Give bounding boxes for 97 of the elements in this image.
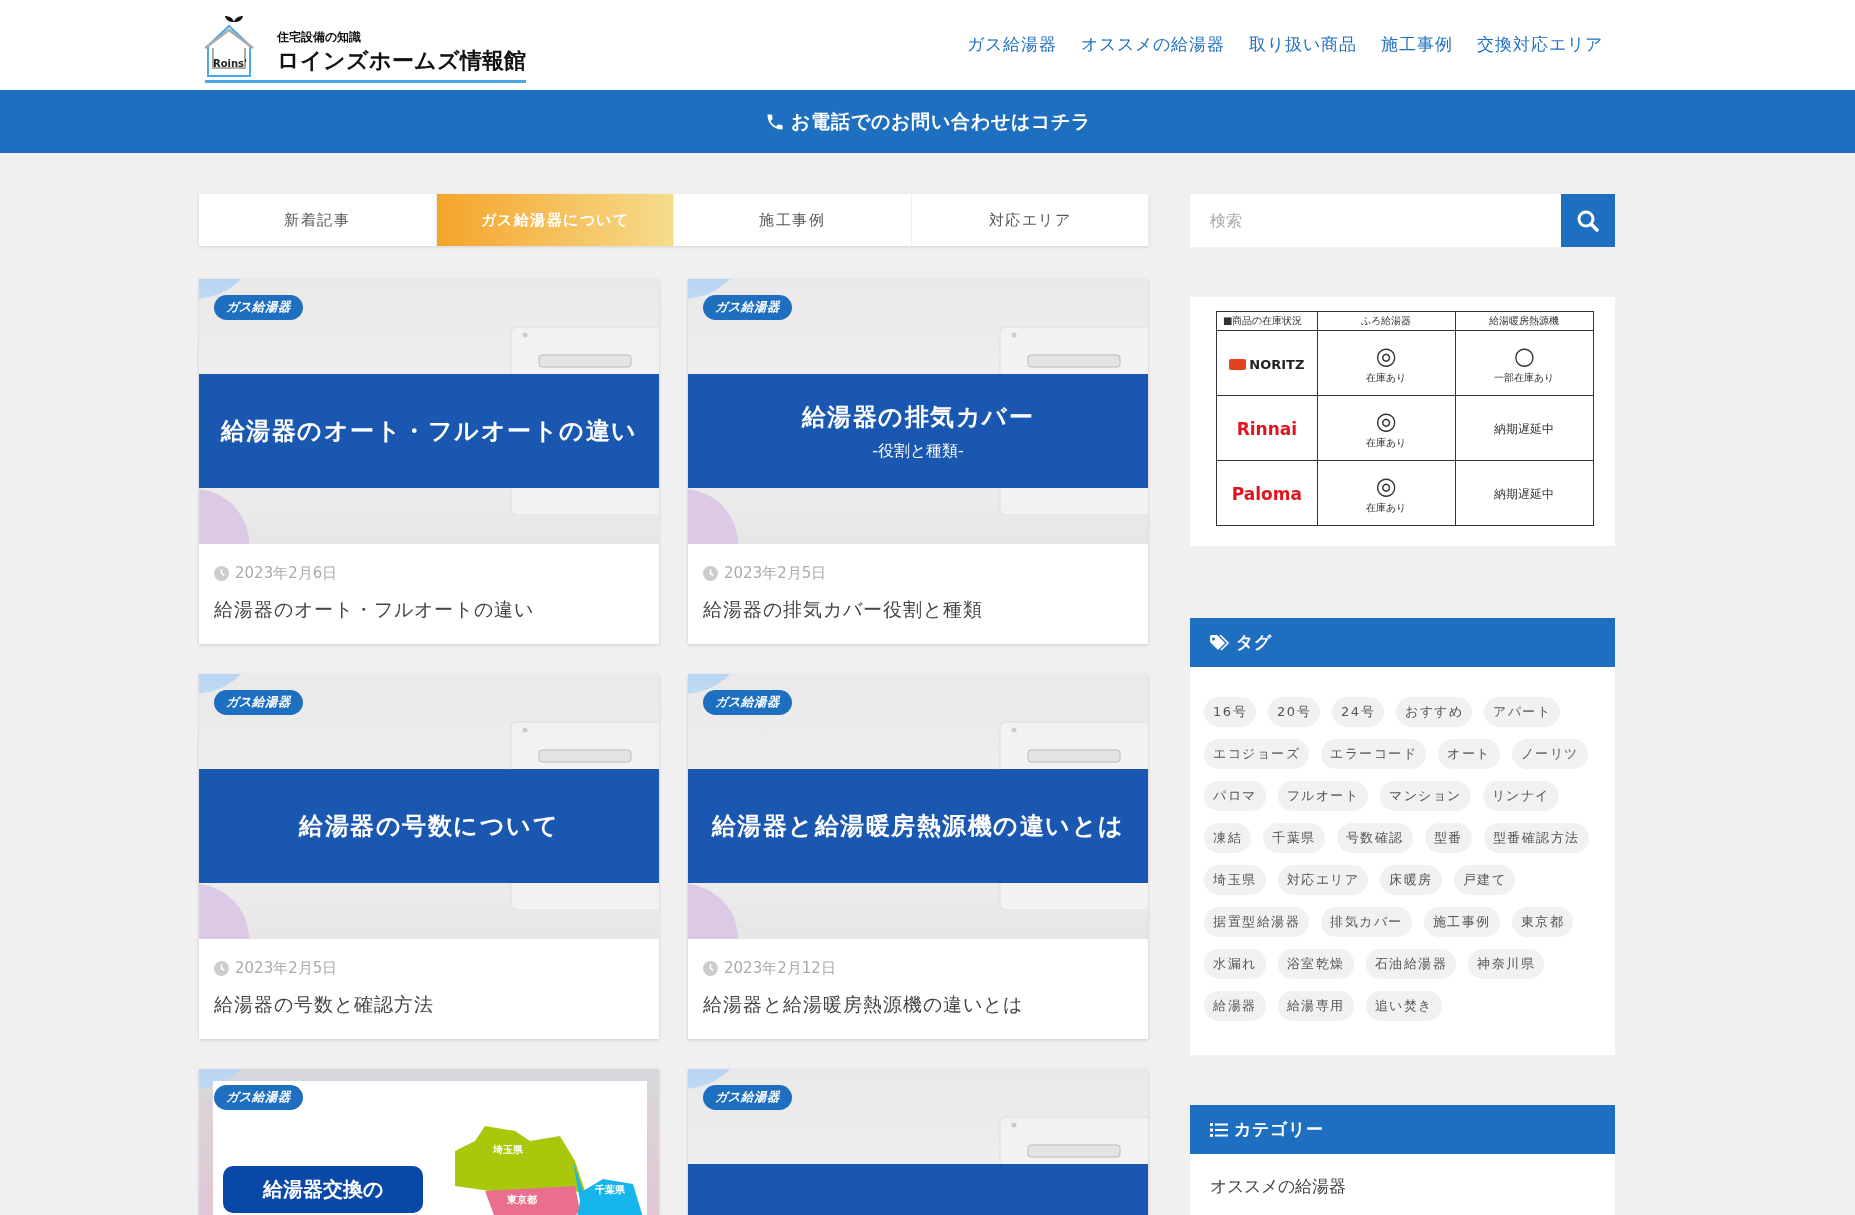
tag-chip[interactable]: エラーコード [1321,739,1426,769]
tag-chip[interactable]: 型番確認方法 [1483,823,1589,853]
tag-chip[interactable]: 浴室乾燥 [1277,949,1354,979]
stock-status: 納期遅延中 [1494,487,1555,501]
tag-chip[interactable]: 対応エリア [1277,865,1368,895]
post-date: 2023年2月12日 [724,959,836,978]
banner-title: 給湯器のオート・フルオートの違い [220,416,638,447]
article-title: 給湯器の号数と確認方法 [214,993,435,1017]
tag-chip[interactable]: 16号 [1204,697,1257,727]
banner-title: 給湯器の排気カバー [801,401,1035,433]
nav-link[interactable]: 交換対応エリア [1477,34,1603,56]
tag-chip[interactable]: 水漏れ [1204,949,1266,979]
category-link[interactable]: オススメの給湯器 [1210,1177,1346,1196]
post-date: 2023年2月6日 [235,564,338,583]
tag-chip[interactable]: 据置型給湯器 [1204,907,1309,937]
logo-mark-icon [1229,358,1247,370]
map-label: 東京都 [507,1193,537,1207]
map-label: 千葉県 [595,1183,625,1197]
banner-subtitle: -役割と種類- [872,440,964,462]
logo-title: ロインズホームズ情報館 [277,46,526,75]
tag-chip[interactable]: リンナイ [1482,781,1559,811]
article-title: 給湯器の排気カバー役割と種類 [703,598,984,622]
tag-chip[interactable]: 追い焚き [1365,991,1442,1021]
tag-chip[interactable]: 神奈川県 [1468,949,1544,979]
clock-icon [703,566,718,581]
logo-tagline: 住宅設備の知識 [277,28,362,46]
nav-link[interactable]: 施工事例 [1381,34,1453,56]
stock-symbol: ◎ [1374,471,1398,501]
brand-logo: Rinnai [1236,418,1298,439]
tag-chip[interactable]: ノーリツ [1511,739,1588,769]
widget-title: タグ [1236,631,1272,654]
tag-chip[interactable]: オート [1438,739,1500,769]
stock-symbol: ◎ [1374,341,1398,371]
column-header: ふろ給湯器 [1317,311,1456,331]
tags-icon [1210,634,1230,651]
stock-note: 在庫あり [1365,371,1408,385]
nav-link[interactable]: ガス給湯器 [967,34,1057,56]
column-header: 給湯暖房熱源機 [1455,311,1594,331]
tag-chip[interactable]: 凍結 [1204,823,1251,853]
tag-chip[interactable]: フルオート [1277,781,1368,811]
map-label: 埼玉県 [493,1143,523,1157]
post-date: 2023年2月5日 [235,959,338,978]
tab[interactable]: 施工事例 [674,194,912,246]
category-badge: ガス給湯器 [214,295,303,320]
tag-chip[interactable]: 型番 [1424,823,1472,853]
tag-chip[interactable]: 24号 [1332,697,1385,727]
banner-title: 給湯器交換の [223,1166,423,1213]
stock-status: 納期遅延中 [1494,422,1555,436]
search-button[interactable] [1561,194,1615,247]
tag-chip[interactable]: エコジョーズ [1204,739,1309,769]
tag-chip[interactable]: パロマ [1204,781,1266,811]
tag-chip[interactable]: 東京都 [1511,907,1573,937]
brand-logo: NORITZ [1249,356,1305,372]
search-icon [1576,208,1600,233]
tag-chip[interactable]: 石油給湯器 [1365,949,1456,979]
tag-chip[interactable]: 千葉県 [1263,823,1325,853]
banner-title: 給湯器の号数について [299,811,559,842]
category-badge: ガス給湯器 [214,690,303,715]
tag-chip[interactable]: おすすめ [1396,697,1473,727]
tag-chip[interactable]: 20号 [1268,697,1321,727]
nav-link[interactable]: 取り扱い商品 [1249,34,1357,56]
tag-chip[interactable]: マンション [1380,781,1471,811]
tag-chip[interactable]: 号数確認 [1336,823,1413,853]
phone-contact-banner[interactable]: お電話でのお問い合わせはコチラ [0,90,1855,153]
category-badge: ガス給湯器 [214,1085,303,1110]
nav-link[interactable]: オススメの給湯器 [1081,34,1225,56]
tag-chip[interactable]: 埼玉県 [1204,865,1266,895]
brand-logo: Paloma [1231,483,1302,504]
tag-chip[interactable]: 給湯専用 [1277,991,1354,1021]
list-icon [1210,1121,1228,1138]
tag-chip[interactable]: 床暖房 [1380,865,1442,895]
logo-mark-text: Roins' [213,57,248,69]
stock-note: 在庫あり [1365,436,1408,450]
tag-chip[interactable]: 施工事例 [1423,907,1500,937]
stock-note: 一部在庫あり [1493,371,1556,385]
widget-title: カテゴリー [1234,1118,1324,1141]
search-field[interactable]: 検索 [1190,194,1561,247]
tag-chip[interactable]: 排気カバー [1321,907,1412,937]
tag-chip[interactable]: アパート [1484,697,1561,727]
stock-symbol: ○ [1512,341,1536,371]
stock-note: 在庫あり [1365,501,1408,515]
post-date: 2023年2月5日 [724,564,827,583]
article-title: 給湯器のオート・フルオートの違い [214,598,535,622]
banner-title: 給湯器と給湯暖房熱源機の違いとは [711,811,1125,842]
article-title: 給湯器と給湯暖房熱源機の違いとは [703,993,1024,1017]
stock-symbol: ◎ [1374,406,1398,436]
tab[interactable]: 対応エリア [911,194,1149,246]
clock-icon [703,961,718,976]
column-header: ■商品の在庫状況 [1216,311,1318,331]
tab[interactable]: 新着記事 [199,194,437,246]
tag-chip[interactable]: 給湯器 [1204,991,1266,1021]
tag-chip[interactable]: 戸建て [1453,865,1515,895]
category-badge: ガス給湯器 [703,1085,792,1110]
category-badge: ガス給湯器 [703,295,792,320]
category-badge: ガス給湯器 [703,690,792,715]
clock-icon [214,566,229,581]
clock-icon [214,961,229,976]
